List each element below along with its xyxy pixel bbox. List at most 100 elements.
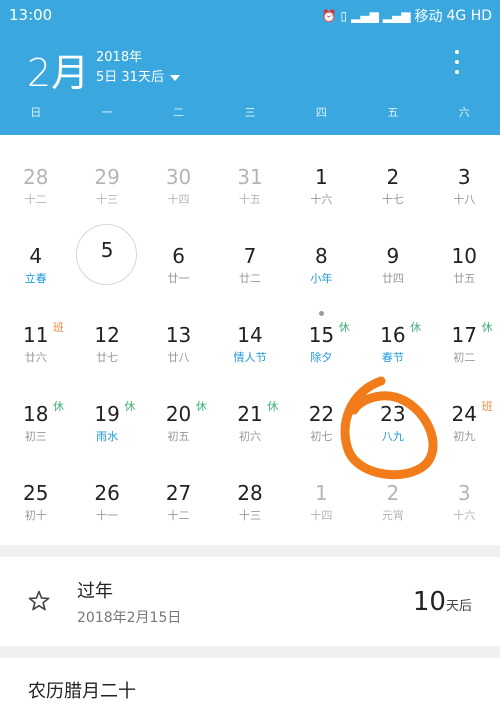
lunar-label: 廿二 — [238, 272, 261, 285]
status-icons: ⏰ ▯ ▂▄▆ ▂▄▆ 移动 4G HD — [322, 6, 492, 26]
weekday-label: 四 — [315, 106, 327, 119]
calendar-day[interactable]: 10 廿五 — [429, 216, 500, 295]
calendar-day[interactable]: 28 十二 — [0, 137, 71, 216]
lunar-date-card[interactable]: 农历腊月二十 — [0, 658, 500, 711]
day-number: 25 — [22, 481, 49, 505]
day-number: 23 — [380, 402, 406, 426]
holiday-badge: 休 — [410, 321, 422, 334]
holiday-badge: 休 — [481, 321, 493, 334]
calendar-day[interactable]: 26 十一 — [71, 453, 142, 532]
month-grid: 28 十二 29 十三 30 十四 31 十五 1 十六 2 十七 3 十八 4 立春 5 6 廿一 7 廿二 8 小年 9 廿… — [0, 135, 500, 545]
calendar-day[interactable]: 21 初六休 — [214, 374, 285, 453]
day-number: 26 — [94, 481, 120, 505]
calendar-day[interactable]: 2 元宵 — [357, 453, 428, 532]
event-date: 2018年2月15日 — [77, 610, 182, 626]
more-options-icon[interactable] — [449, 50, 465, 74]
lunar-label: 十八 — [453, 193, 476, 206]
signal-icon: ▂▄▆ — [351, 9, 379, 23]
lunar-label: 十二 — [167, 509, 190, 522]
day-number: 28 — [237, 481, 263, 505]
lunar-label: 情人节 — [233, 351, 267, 364]
lunar-label: 除夕 — [310, 351, 333, 364]
calendar-day[interactable]: 25 初十 — [0, 453, 71, 532]
calendar-day[interactable]: 2 十七 — [357, 137, 428, 216]
day-number: 22 — [308, 402, 335, 426]
calendar-day[interactable]: 17 初二休 — [429, 295, 500, 374]
lunar-label: 十三 — [96, 193, 119, 206]
lunar-label: 初九 — [453, 430, 476, 443]
lunar-label: 十五 — [238, 193, 261, 206]
day-number: 28 — [22, 165, 49, 189]
date-summary: 5日 31天后 — [96, 70, 164, 85]
holiday-badge: 休 — [124, 400, 136, 413]
calendar-day[interactable]: 8 小年 — [286, 216, 357, 295]
calendar-day[interactable]: 28 十三 — [214, 453, 285, 532]
calendar-day[interactable]: 19 雨水休 — [71, 374, 142, 453]
lunar-label: 廿七 — [96, 351, 119, 364]
day-number: 8 — [315, 244, 328, 268]
status-bar: 13:00 ⏰ ▯ ▂▄▆ ▂▄▆ 移动 4G HD — [0, 0, 500, 32]
calendar-day[interactable]: 13 廿八 — [143, 295, 214, 374]
calendar-day[interactable]: 29 十三 — [71, 137, 142, 216]
lunar-label: 十四 — [167, 193, 190, 206]
calendar-day[interactable]: 3 十六 — [429, 453, 500, 532]
calendar-day[interactable]: 14 情人节 — [214, 295, 285, 374]
weekday-label: 二 — [173, 106, 185, 119]
weekday-label: 五 — [387, 106, 399, 119]
lunar-label: 十七 — [381, 193, 404, 206]
network-label: 4G HD — [446, 8, 492, 24]
calendar-day[interactable]: 18 初三休 — [0, 374, 71, 453]
calendar-day[interactable]: 16 春节休 — [357, 295, 428, 374]
day-number: 7 — [243, 244, 257, 268]
calendar-day[interactable]: 24 初九班 — [429, 374, 500, 453]
date-selector[interactable]: 5日 31天后 — [96, 66, 180, 85]
lunar-label: 廿一 — [167, 272, 190, 285]
holiday-badge: 休 — [53, 400, 64, 413]
lunar-label: 春节 — [381, 351, 404, 364]
lunar-label: 十四 — [310, 509, 333, 522]
calendar-day[interactable]: 7 廿二 — [214, 216, 285, 295]
lunar-label: 初二 — [453, 351, 476, 364]
day-number: 4 — [29, 244, 43, 268]
lunar-label: 十六 — [453, 509, 476, 522]
calendar-day[interactable]: 9 廿四 — [357, 216, 428, 295]
calendar-day[interactable]: 5 — [71, 216, 142, 295]
month-title[interactable]: 2月 — [27, 42, 89, 97]
calendar-day[interactable]: 30 十四 — [143, 137, 214, 216]
calendar-day[interactable]: 6 廿一 — [143, 216, 214, 295]
event-dot — [318, 311, 324, 316]
workday-badge: 班 — [481, 400, 493, 413]
holiday-badge: 休 — [195, 400, 207, 413]
star-icon[interactable] — [27, 589, 51, 613]
lunar-label: 初十 — [24, 509, 47, 522]
weekday-label: 三 — [244, 106, 256, 119]
calendar-day[interactable]: 20 初五休 — [143, 374, 214, 453]
calendar-day[interactable]: 15 除夕休 — [286, 295, 357, 374]
day-number: 3 — [457, 481, 471, 505]
event-card[interactable]: 过年 2018年2月15日 10天后 — [0, 557, 500, 646]
calendar-day[interactable]: 22 初七 — [286, 374, 357, 453]
weekday-header: 日 一 二 三 四 五 六 — [0, 104, 500, 126]
day-number: 2 — [386, 481, 400, 505]
calendar-day[interactable]: 1 十四 — [286, 453, 357, 532]
signal-icon: ▂▄▆ — [382, 9, 411, 23]
lunar-label: 廿八 — [167, 351, 190, 364]
calendar-day[interactable]: 27 十二 — [143, 453, 214, 532]
calendar-day[interactable]: 3 十八 — [429, 137, 500, 216]
lunar-label: 十六 — [310, 193, 333, 206]
calendar-day[interactable]: 4 立春 — [0, 216, 71, 295]
lunar-label: 十三 — [238, 509, 261, 522]
countdown-number: 10 — [412, 587, 446, 617]
calendar-day[interactable]: 1 十六 — [286, 137, 357, 216]
calendar-day[interactable]: 31 十五 — [214, 137, 285, 216]
lunar-label: 十二 — [24, 193, 47, 206]
calendar-day[interactable]: 12 廿七 — [71, 295, 142, 374]
day-number: 12 — [94, 323, 120, 347]
lunar-date-text: 农历腊月二十 — [28, 681, 136, 702]
calendar-day[interactable]: 23 八九 — [357, 374, 428, 453]
calendar-day[interactable]: 11 廿六班 — [0, 295, 71, 374]
weekday-label: 六 — [458, 106, 470, 119]
carrier-label: 移动 — [414, 9, 443, 25]
day-number: 30 — [165, 165, 192, 189]
lunar-label: 廿四 — [381, 272, 404, 285]
